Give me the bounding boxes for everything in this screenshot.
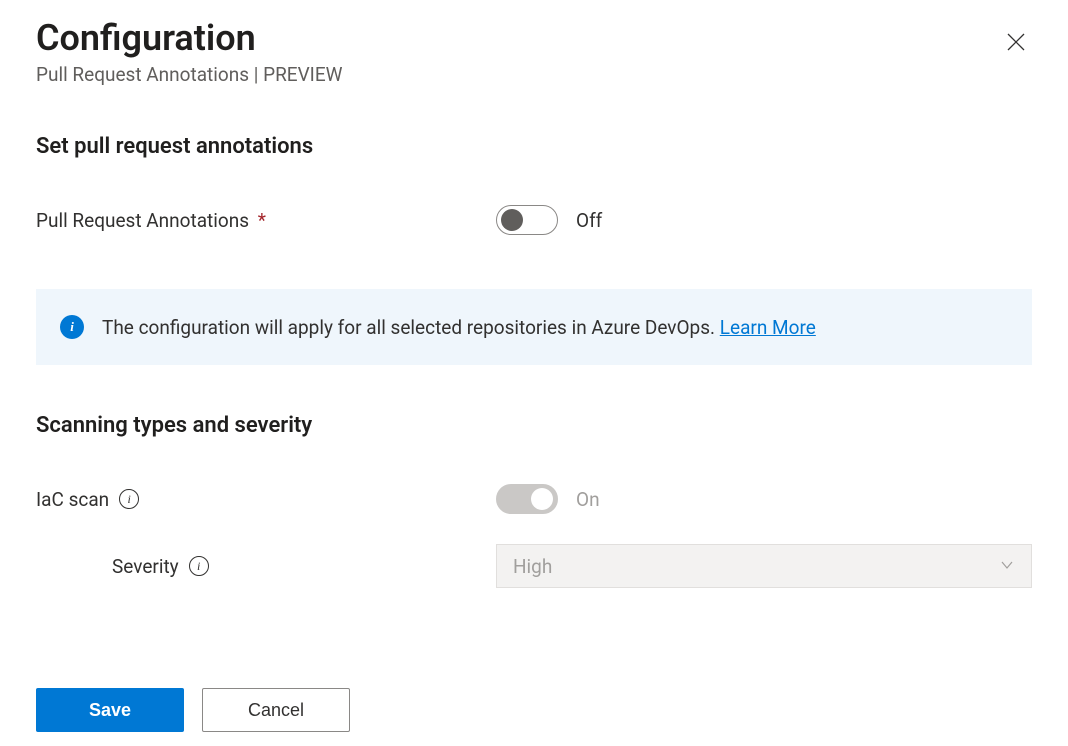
close-button[interactable] [1000, 26, 1032, 58]
info-text-content: The configuration will apply for all sel… [102, 316, 720, 339]
severity-row: Severity i High [36, 544, 1032, 588]
pr-annotations-toggle-state: Off [576, 209, 602, 232]
pr-annotations-toggle-col: Off [496, 205, 602, 235]
info-text: The configuration will apply for all sel… [102, 316, 816, 339]
save-button[interactable]: Save [36, 688, 184, 732]
iac-scan-row: IaC scan i On [36, 484, 1032, 514]
footer-actions: Save Cancel [36, 688, 1032, 732]
info-banner: i The configuration will apply for all s… [36, 289, 1032, 365]
required-marker: * [258, 209, 266, 232]
severity-label-col: Severity i [36, 555, 496, 578]
iac-scan-toggle [496, 484, 558, 514]
section-scan-types-heading: Scanning types and severity [36, 413, 1032, 438]
learn-more-link[interactable]: Learn More [720, 316, 816, 339]
pr-annotations-label-col: Pull Request Annotations * [36, 209, 496, 232]
page-subtitle: Pull Request Annotations | PREVIEW [36, 63, 343, 86]
panel-header: Configuration Pull Request Annotations |… [36, 18, 1032, 86]
close-icon [1006, 32, 1026, 52]
iac-scan-toggle-state: On [576, 488, 600, 511]
severity-label: Severity [112, 555, 179, 578]
section-set-annotations-heading: Set pull request annotations [36, 134, 1032, 159]
title-block: Configuration Pull Request Annotations |… [36, 18, 343, 86]
page-title: Configuration [36, 18, 343, 59]
severity-select-value: High [513, 555, 552, 578]
cancel-button[interactable]: Cancel [202, 688, 350, 732]
iac-scan-label-col: IaC scan i [36, 488, 496, 511]
pr-annotations-toggle[interactable] [496, 205, 558, 235]
toggle-thumb [531, 488, 553, 510]
severity-select: High [496, 544, 1032, 588]
pr-annotations-label-text: Pull Request Annotations [36, 209, 249, 232]
info-icon[interactable]: i [189, 556, 209, 576]
iac-scan-label: IaC scan [36, 488, 109, 511]
pr-annotations-row: Pull Request Annotations * Off [36, 205, 1032, 235]
pr-annotations-label: Pull Request Annotations * [36, 209, 266, 232]
toggle-thumb [501, 209, 523, 231]
info-icon[interactable]: i [119, 489, 139, 509]
info-icon: i [60, 315, 84, 339]
iac-scan-toggle-col: On [496, 484, 600, 514]
chevron-down-icon [999, 555, 1015, 578]
